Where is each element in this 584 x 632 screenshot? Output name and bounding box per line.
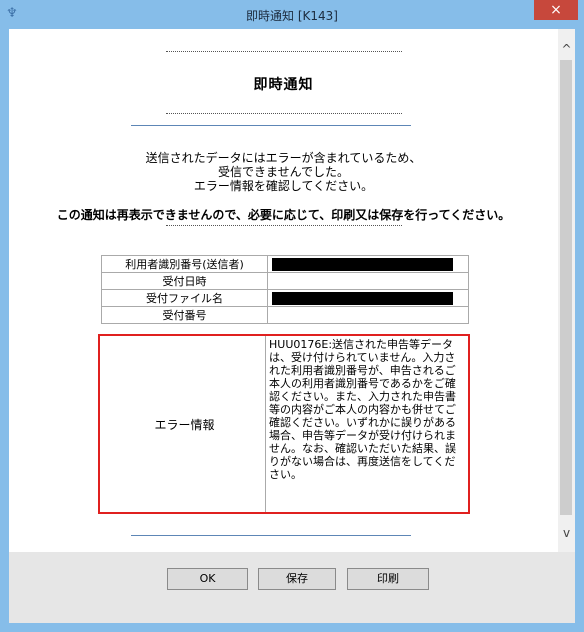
- received-datetime-label: 受付日時: [101, 272, 268, 290]
- receipt-number-value: [267, 306, 469, 324]
- table-row: 受付日時: [101, 272, 469, 290]
- table-row: 受付ファイル名: [101, 289, 469, 307]
- scrollbar-thumb[interactable]: [560, 60, 572, 515]
- redaction-block: [272, 257, 453, 271]
- table-row: 利用者識別番号(送信者): [101, 255, 469, 273]
- table-row: 受付番号: [101, 306, 469, 324]
- redaction-block: [272, 291, 453, 305]
- separator: [131, 125, 411, 126]
- separator: [131, 535, 411, 536]
- divider: [166, 113, 402, 114]
- dialog-window: ♆ 即時通知 [K143] × 即時通知 送信されたデータにはエラーが含まれてい…: [0, 0, 584, 632]
- save-button[interactable]: 保存: [258, 568, 336, 590]
- divider: [166, 225, 402, 226]
- error-info-text: HUU0176E:送信された申告等データは、受け付けられていません。入力された利…: [269, 338, 456, 481]
- receipt-number-label: 受付番号: [101, 306, 268, 324]
- vertical-scrollbar[interactable]: ^ v: [558, 29, 575, 552]
- divider: [166, 51, 402, 52]
- info-table: 利用者識別番号(送信者) 受付日時 受付ファイル名 受付番号: [101, 255, 469, 324]
- received-datetime-value: [267, 272, 469, 290]
- received-filename-label: 受付ファイル名: [101, 289, 268, 307]
- client-area: 即時通知 送信されたデータにはエラーが含まれているため、 受信できませんでした。…: [9, 29, 575, 623]
- print-button[interactable]: 印刷: [347, 568, 429, 590]
- close-button[interactable]: ×: [534, 0, 578, 20]
- scroll-down-icon[interactable]: v: [558, 525, 575, 542]
- error-info-label: エラー情報: [104, 336, 266, 512]
- user-id-value: [267, 255, 469, 273]
- content-scroll-area: 即時通知 送信されたデータにはエラーが含まれているため、 受信できませんでした。…: [9, 29, 558, 552]
- redisplay-warning: この通知は再表示できませんので、必要に応じて、印刷又は保存を行ってください。: [56, 208, 511, 222]
- notice-heading: 即時通知: [253, 77, 314, 93]
- title-bar[interactable]: ♆ 即時通知 [K143] ×: [0, 0, 584, 29]
- message-line-3: エラー情報を確認してください。: [193, 179, 374, 193]
- user-id-label: 利用者識別番号(送信者): [101, 255, 268, 273]
- scroll-up-icon[interactable]: ^: [558, 41, 575, 58]
- error-info-highlight: エラー情報 HUU0176E:送信された申告等データは、受け付けられていません。…: [98, 334, 470, 514]
- received-filename-value: [267, 289, 469, 307]
- window-title: 即時通知 [K143]: [246, 9, 338, 23]
- ok-button[interactable]: OK: [167, 568, 248, 590]
